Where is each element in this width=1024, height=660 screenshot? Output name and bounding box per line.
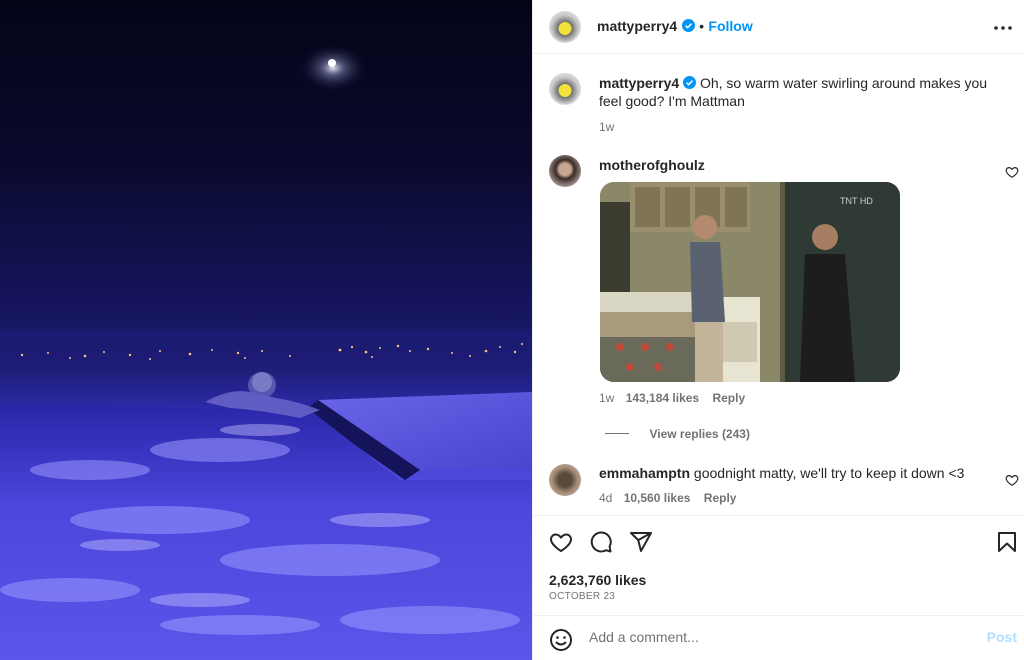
like-heart-icon[interactable]	[549, 530, 573, 554]
comment-meta: 1w 143,184 likes Reply	[599, 391, 745, 405]
more-horizontal-icon[interactable]	[993, 18, 1013, 38]
like-count[interactable]: 2,623,760 likes	[549, 572, 646, 588]
comment-likes[interactable]: 143,184 likes	[626, 391, 699, 405]
verified-badge-icon	[681, 19, 695, 32]
gif-watermark: TNT HD	[840, 196, 873, 206]
author-username[interactable]: mattyperry4	[597, 18, 677, 34]
author-line: mattyperry4 • Follow	[597, 18, 753, 36]
post-image[interactable]	[0, 0, 532, 660]
comment-time: 4d	[599, 491, 613, 505]
comment-like-heart-icon[interactable]	[1005, 165, 1019, 179]
save-bookmark-icon[interactable]	[995, 530, 1019, 554]
caption-avatar[interactable]	[549, 73, 581, 105]
comment-like-heart-icon[interactable]	[1005, 473, 1019, 487]
comment-input[interactable]: Add a comment...	[589, 629, 699, 645]
comment-body: emmahamptn goodnight matty, we'll try to…	[599, 464, 989, 482]
author-avatar[interactable]	[549, 11, 581, 43]
view-replies[interactable]: View replies (243)	[605, 425, 750, 443]
caption-time: 1w	[599, 120, 615, 134]
reply-button[interactable]: Reply	[712, 391, 745, 405]
post-header: mattyperry4 • Follow	[533, 0, 1024, 54]
separator-dot: •	[699, 18, 704, 34]
comments-section[interactable]: mattyperry4 Oh, so warm water swirling a…	[533, 55, 1024, 515]
comment-username[interactable]: emmahamptn	[599, 465, 690, 481]
hot-tub-night-scene	[0, 44, 532, 660]
share-send-icon[interactable]	[629, 530, 653, 554]
replies-line	[605, 433, 629, 435]
comment-time: 1w	[599, 391, 615, 405]
verified-badge-icon	[683, 76, 697, 89]
reply-button[interactable]: Reply	[704, 491, 737, 505]
post-comment-button[interactable]: Post	[987, 629, 1017, 645]
comment-bubble-icon[interactable]	[589, 530, 613, 554]
comment-text: goodnight matty, we'll try to keep it do…	[693, 465, 965, 481]
comment-likes[interactable]: 10,560 likes	[624, 491, 691, 505]
post-actions: 2,623,760 likes OCTOBER 23	[533, 515, 1024, 615]
comment-composer: Add a comment... Post	[533, 615, 1024, 660]
caption-username[interactable]: mattyperry4	[599, 75, 679, 91]
follow-button[interactable]: Follow	[708, 18, 752, 34]
comment-avatar[interactable]	[549, 155, 581, 187]
emoji-smiley-icon[interactable]	[549, 628, 573, 652]
caption-body: mattyperry4 Oh, so warm water swirling a…	[599, 74, 999, 134]
view-replies-label[interactable]: View replies (243)	[649, 427, 750, 441]
post-detail-panel: mattyperry4 • Follow mattyperry4 Oh, so …	[532, 0, 1024, 660]
post-date: OCTOBER 23	[549, 591, 616, 602]
comment-avatar[interactable]	[549, 464, 581, 496]
comment-meta: 4d 10,560 likes Reply	[599, 491, 736, 505]
comment-gif[interactable]: TNT HD	[600, 182, 900, 382]
gif-scene: TNT HD	[600, 182, 900, 382]
comment-username[interactable]: motherofghoulz	[599, 157, 705, 173]
